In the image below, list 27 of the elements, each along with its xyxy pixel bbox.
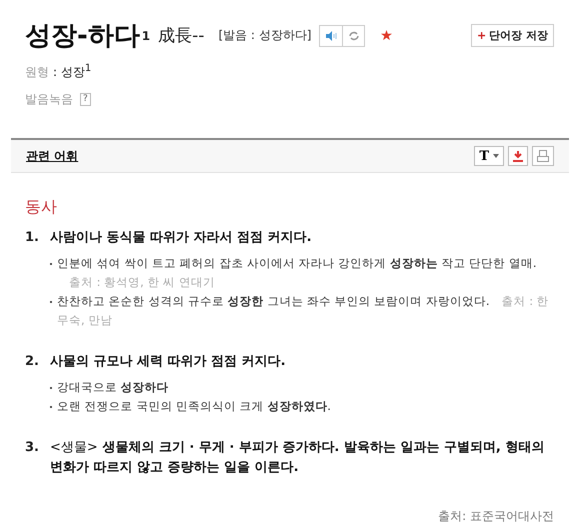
sense-number: 1. — [25, 229, 40, 247]
caret-icon — [493, 154, 499, 158]
headword: 성장-하다 — [25, 20, 140, 53]
recording-label: 발음녹음 — [25, 91, 73, 108]
example-sentence: 인분에 섞여 싹이 트고 폐허의 잡초 사이에서 자라나 강인하게 성장하는 작고 단단한 열매. 출처 : 황석영, 한 씨 연대기 — [57, 255, 538, 291]
sense-number: 3. — [25, 439, 40, 457]
font-size-button[interactable]: T — [474, 146, 504, 166]
definition: 사물의 규모나 세력 따위가 점점 커지다. — [50, 353, 286, 371]
print-icon[interactable] — [532, 146, 554, 166]
example-sentence: 찬찬하고 온순한 성격의 규수로 성장한 그녀는 좌수 부인의 보람이며 자랑이었다. 출처 : 한무숙, 만남 — [57, 293, 550, 329]
star-icon[interactable] — [381, 30, 392, 41]
example-sentence: 오랜 전쟁으로 국민의 민족의식이 크게 성장하였다. — [57, 398, 331, 415]
definition: 사람이나 동식물 따위가 자라서 점점 커지다. — [50, 229, 312, 247]
related-words-tab[interactable]: 관련 어휘 — [26, 148, 78, 164]
sense-number: 2. — [25, 353, 40, 371]
base-form-label: 원형 — [25, 64, 49, 80]
dictionary-source: 출처: 표준국어대사전 — [438, 509, 554, 523]
save-word-button[interactable]: + 단어장 저장 — [470, 24, 554, 47]
help-button[interactable]: ? — [80, 93, 91, 106]
download-icon[interactable] — [508, 146, 528, 166]
homograph-number: 1 — [142, 28, 150, 42]
definition: <생물> 생물체의 크기 · 무게 · 부피가 증가하다. 발육하는 일과는 구별되며, 형태의 변화가 따르지 않고 증량하는 일을 이른다. — [50, 439, 546, 477]
pronunciation: [발음 : 성장하다] — [218, 27, 312, 44]
hanja: 成長-- — [158, 25, 204, 47]
base-form-value: : 성장$^{1}$ — [53, 63, 92, 81]
part-of-speech: 동사 — [25, 197, 58, 218]
example-sentence: 강대국으로 성장하다 — [57, 379, 169, 396]
